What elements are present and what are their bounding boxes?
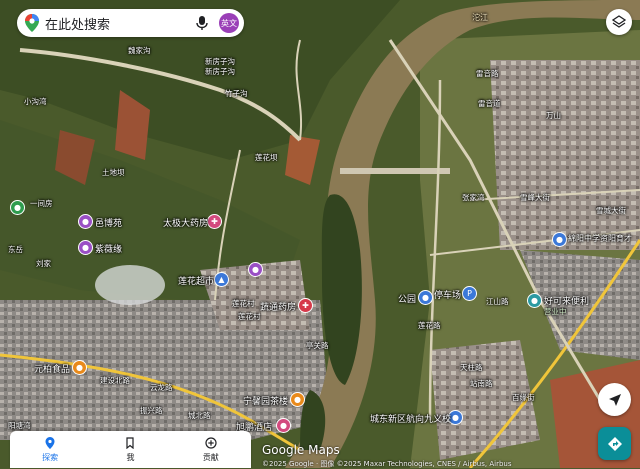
road-label: 雪城大街 [596, 206, 626, 215]
road-label: 雷音道 [478, 99, 501, 108]
poi-yibo-pin[interactable]: ● [78, 214, 93, 229]
nav-saved[interactable]: 我 [90, 431, 170, 468]
poi-taiji-pin[interactable]: ✚ [207, 214, 222, 229]
poi-shutong-pin[interactable]: ✚ [298, 298, 313, 313]
place-label: 一间房 [30, 199, 53, 208]
cloud [95, 265, 165, 305]
poi-shutong-label[interactable]: 蔬通药房 [260, 300, 296, 313]
poi-ziweiyuan-label[interactable]: 紫薇缘 [95, 242, 122, 255]
poi-yibo-label[interactable]: 邑博苑 [95, 216, 122, 229]
road-label: 站南路 [470, 379, 493, 388]
road-label: 城北路 [188, 411, 211, 420]
bottom-navigation: 探索 我 贡献 [10, 431, 251, 468]
road-label: 云龙路 [150, 383, 173, 392]
poi-haokelai-pin[interactable]: ● [527, 293, 542, 308]
poi-haokelai-status: 营业中 [544, 307, 567, 316]
nav-explore[interactable]: 探索 [10, 431, 90, 468]
directions-button[interactable] [598, 427, 631, 460]
bridge [340, 168, 450, 174]
road-label: 雪峰大街 [520, 193, 550, 202]
satellite-map[interactable] [0, 0, 640, 468]
poi-ningxin-label[interactable]: 宁馨园茶楼 [243, 394, 288, 407]
road-label: 天柱路 [460, 363, 483, 372]
google-maps-pin-icon [25, 14, 39, 32]
nav-explore-label: 探索 [42, 452, 59, 462]
place-label: 小沟湾 [24, 97, 47, 106]
poi-xiangyang-pin[interactable]: ● [276, 418, 291, 433]
place-label: 刘家 [36, 259, 51, 268]
place-label: 莲花坝 [255, 153, 278, 162]
poi-ningxin-pin[interactable]: ● [290, 392, 305, 407]
poi-taiji-label[interactable]: 太极大药房 [163, 216, 208, 229]
poi-gongyuan-pin[interactable]: ● [418, 290, 433, 305]
poi-green-pin[interactable]: ● [10, 200, 25, 215]
place-label: 阳塘湾 [8, 421, 31, 430]
place-label: 莲花村 [232, 299, 255, 308]
search-bar[interactable]: 在此处搜索 英文 [17, 9, 244, 37]
microphone-icon[interactable] [195, 15, 209, 31]
place-label: 新房子沟 [205, 67, 235, 76]
road-label: 建设北路 [100, 376, 130, 385]
road-label: 莲花路 [418, 321, 441, 330]
parking-badge: P [467, 288, 472, 298]
poi-ziweiyuan-pin[interactable]: ● [78, 240, 93, 255]
poi-lianhua-supermarket-pin[interactable]: ▲ [214, 272, 229, 287]
add-circle-icon [205, 436, 217, 449]
road-label: 振兴路 [140, 406, 163, 415]
nav-contribute[interactable]: 贡献 [171, 431, 251, 468]
poi-school-pin[interactable]: ● [552, 232, 567, 247]
urban-area-east [490, 60, 640, 250]
search-input[interactable]: 在此处搜索 [45, 14, 195, 33]
road-label: 雷音路 [476, 69, 499, 78]
road-label: 江山路 [486, 297, 509, 306]
river-label: 沱江 [472, 13, 488, 22]
poi-parking-label[interactable]: 停车场 [434, 288, 461, 301]
nav-saved-label: 我 [126, 452, 135, 462]
place-label: 魏家沟 [128, 46, 151, 55]
my-location-button[interactable] [598, 383, 631, 416]
poi-purple-pin[interactable]: ● [248, 262, 263, 277]
place-label: 东岳 [8, 245, 23, 254]
place-label: 竹子沟 [225, 89, 248, 98]
google-maps-logo: Google Maps [262, 443, 340, 457]
navigation-arrow-icon [608, 393, 621, 406]
explore-pin-icon [45, 436, 55, 449]
road-label: 百缘街 [512, 393, 535, 402]
poi-lianhua-supermarket-label[interactable]: 莲花超市 [178, 274, 214, 287]
road-label: 亭关路 [306, 341, 329, 350]
layers-button[interactable] [606, 9, 632, 35]
layers-icon [612, 15, 626, 28]
poi-chengdong-label[interactable]: 城东新区航向九义校 [370, 412, 451, 425]
poi-yuanbai-label[interactable]: 元柏食品 [34, 362, 70, 375]
bookmark-icon [126, 436, 135, 449]
nav-contribute-label: 贡献 [202, 452, 219, 462]
place-label: 莲花村 [238, 312, 261, 321]
poi-yuanbai-pin[interactable]: ● [72, 360, 87, 375]
poi-school-label[interactable]: 綿阳中学资阳育才 [568, 233, 632, 244]
avatar[interactable]: 英文 [219, 13, 239, 33]
place-label: 张家湾 [462, 193, 485, 202]
directions-icon [607, 436, 622, 451]
place-label: 土地坝 [102, 168, 125, 177]
place-label: 万山 [546, 111, 561, 120]
poi-gongyuan-label[interactable]: 公园 [398, 292, 416, 305]
poi-parking-pin[interactable]: P [462, 286, 477, 301]
